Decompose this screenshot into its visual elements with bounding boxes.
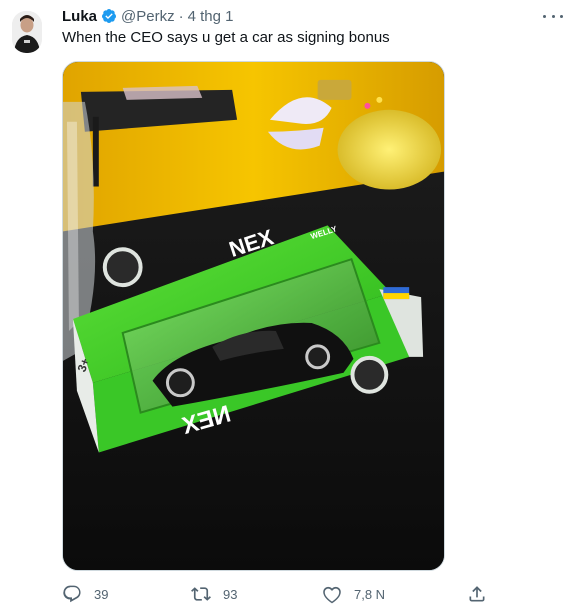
tweet-timestamp[interactable]: 4 thg 1 [188, 8, 234, 25]
author-handle[interactable]: @Perkz [121, 8, 175, 25]
tweet-actions: 39 93 7,8 N [60, 580, 500, 608]
photo-of-boxed-toy-car: NEX NEX WELLY 3+ [63, 62, 444, 570]
share-button[interactable] [467, 580, 487, 608]
retweet-icon [191, 587, 211, 601]
tweet-text: When the CEO says u get a car as signing… [62, 29, 390, 46]
share-icon [469, 586, 485, 602]
retweet-button[interactable]: 93 [191, 580, 237, 608]
like-button[interactable]: 7,8 N [322, 580, 385, 608]
reply-button[interactable]: 39 [62, 580, 108, 608]
tweet-photo[interactable]: NEX NEX WELLY 3+ [62, 61, 445, 571]
avatar-image [12, 11, 42, 53]
author-avatar[interactable] [12, 11, 42, 53]
retweet-count: 93 [223, 586, 238, 602]
header-separator: · [178, 7, 184, 25]
tweet-header: Luka @Perkz · 4 thg 1 [62, 6, 233, 26]
like-count: 7,8 N [354, 586, 386, 602]
author-name[interactable]: Luka [62, 8, 97, 25]
more-options-icon[interactable] [543, 8, 563, 24]
reply-count: 39 [94, 586, 109, 602]
reply-icon [63, 585, 81, 603]
tweet: Luka @Perkz · 4 thg 1 When the CEO says … [0, 0, 579, 613]
like-icon [323, 586, 341, 604]
verified-badge-icon [101, 8, 117, 24]
